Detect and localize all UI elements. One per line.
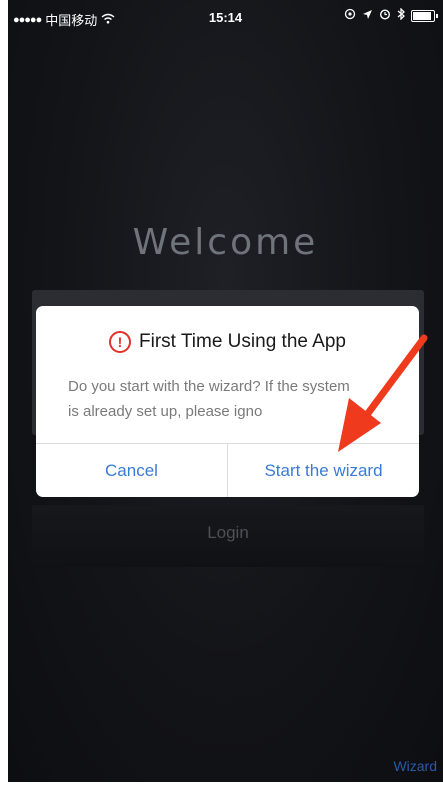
login-button[interactable]: Login [32,505,424,567]
status-bar: ●●●●● 中国移动 15:14 [8,0,443,42]
battery-icon [411,9,438,22]
first-time-dialog: ! First Time Using the App Do you start … [36,306,419,497]
welcome-title: Welcome [132,222,319,263]
cancel-button[interactable]: Cancel [36,444,227,497]
location-icon [362,9,373,23]
dialog-message: Do you start with the wizard? If the sys… [68,378,350,420]
dialog-header: ! First Time Using the App [36,331,419,353]
alert-icon: ! [109,331,132,353]
dialog-title: First Time Using the App [139,331,346,352]
wizard-link[interactable]: Wizard [393,758,437,774]
dialog-actions: Cancel Start the wizard [36,443,419,497]
bluetooth-icon [397,7,405,23]
alarm-icon [379,8,391,23]
start-wizard-button[interactable]: Start the wizard [227,444,419,497]
status-icons [344,7,438,23]
orientation-lock-icon [344,8,356,23]
